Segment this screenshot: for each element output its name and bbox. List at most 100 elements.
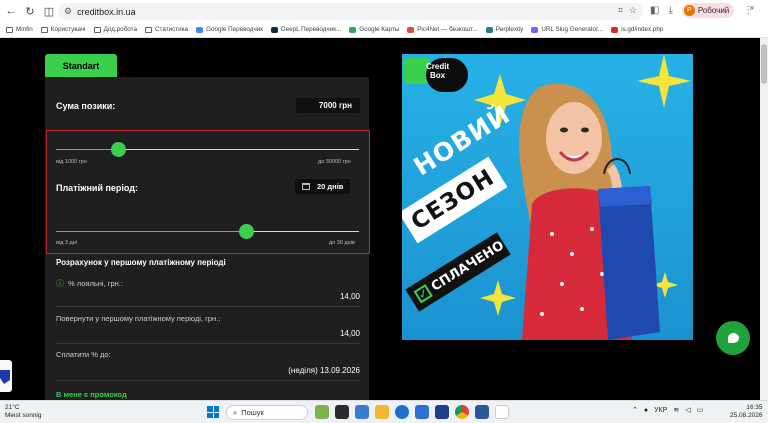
widget-icon[interactable] [315, 405, 329, 419]
search-placeholder: Пошук [241, 408, 264, 417]
amount-label: Сума позики: [56, 100, 116, 111]
word-icon[interactable] [475, 405, 489, 419]
toolbar: ← ↻ ◫ ⚙ creditbox.in.ua ⌗ ☆ ◧ ⤓ Р Робочи… [0, 0, 768, 22]
tray-app-icon[interactable]: ● [644, 407, 648, 414]
pinned-app-icon[interactable] [495, 405, 509, 419]
weather-desc: Meist sonnig [5, 412, 42, 419]
bookmark-item[interactable]: Perplexity [485, 26, 524, 33]
return-label: Повернути у першому платіжному періоді, … [56, 314, 221, 323]
scrollbar[interactable] [760, 38, 768, 400]
chevron-up-icon[interactable]: ⌃ [632, 406, 638, 414]
amount-slider-fill [56, 149, 119, 150]
bookmark-star-icon[interactable]: ☆ [629, 5, 637, 16]
bookmark-label: URL Slug Generator... [541, 26, 604, 33]
period-slider-fill [56, 231, 247, 232]
creditbox-logo: Credit Box [402, 54, 468, 94]
amount-row: Сума позики: 7000 грн [56, 98, 360, 113]
logo-text-2: Box [430, 71, 446, 80]
tab-standart[interactable]: Standart [45, 54, 117, 77]
bookmark-item[interactable]: DeepL Переводчик... [271, 26, 341, 33]
weather-widget[interactable]: 21°C Meist sonnig [5, 404, 42, 420]
bookmark-item[interactable]: URL Slug Generator... [531, 26, 603, 33]
file-explorer-icon[interactable] [375, 405, 389, 419]
app-icon[interactable] [435, 405, 449, 419]
info-icon[interactable]: ⓘ [56, 279, 64, 288]
bookmark-item[interactable]: Статистика [144, 26, 189, 33]
scrollbar-thumb[interactable] [761, 44, 767, 84]
windows-start-icon[interactable] [207, 406, 219, 418]
back-icon[interactable]: ← [3, 3, 19, 19]
chrome-icon[interactable] [455, 405, 469, 419]
divider [56, 343, 360, 344]
folder-icon [6, 26, 13, 33]
period-slider[interactable] [56, 231, 359, 232]
reload-icon[interactable]: ↻ [22, 3, 38, 19]
profile-button[interactable]: Р Робочий [681, 3, 735, 18]
store-icon[interactable] [415, 405, 429, 419]
taskbar: 21°C Meist sonnig ⌕ Пошук ⌃ ● УКР ≋ ◁ ▭ … [0, 400, 768, 423]
bookmark-item[interactable]: Користувачі [40, 26, 86, 33]
taskbar-search[interactable]: ⌕ Пошук [226, 405, 308, 420]
bookmark-label: Статистика [154, 26, 189, 33]
bookmark-item[interactable]: Дод.робота [93, 26, 137, 33]
bookmark-label: is.gd/index.php [621, 26, 664, 33]
favicon-icon [271, 26, 279, 33]
favicon-icon [349, 26, 357, 33]
amount-min-label: від 1000 грн [56, 159, 87, 165]
task-view-icon[interactable] [335, 405, 349, 419]
period-value: 20 днів [317, 182, 344, 191]
clock[interactable]: 16:35 25.08.2026 [730, 404, 763, 420]
loyal-row: ⓘ % лояльні, грн.: [56, 278, 360, 289]
bookmark-item[interactable]: is.gd/index.php [611, 26, 663, 33]
avatar: Р [683, 5, 695, 16]
period-input[interactable]: 20 днів [295, 179, 351, 194]
promo-banner[interactable]: Credit Box НОВИЙ СЕЗОН ✓ СПЛАЧЕНО [402, 54, 693, 340]
battery-icon[interactable]: ▭ [697, 406, 704, 414]
translate-icon[interactable]: ⌗ [618, 5, 623, 16]
recaptcha-badge[interactable] [0, 360, 12, 392]
promo-link[interactable]: В мене є промокод [56, 390, 127, 399]
system-tray: ⌃ ● УКР ≋ ◁ ▭ [632, 406, 704, 415]
download-icon[interactable]: ⤓ [668, 5, 672, 16]
bookmark-label: Pic4Net — безкошт... [417, 26, 478, 33]
bookmarks-more-icon[interactable]: » [750, 3, 754, 12]
pay-label: Сплатити % до: [56, 350, 111, 359]
bookmark-label: Perplexity [495, 26, 524, 33]
amount-input[interactable]: 7000 грн [296, 98, 360, 113]
bookmark-label: Google Карты [359, 26, 400, 33]
edge-icon[interactable] [395, 405, 409, 419]
logo-text-1: Credit [426, 62, 450, 71]
bookmark-item[interactable]: Minfin [6, 26, 33, 33]
favicon-icon [196, 26, 204, 33]
address-bar[interactable]: ⚙ creditbox.in.ua ⌗ ☆ [58, 3, 643, 20]
bookmark-item[interactable]: Pic4Net — безкошт... [407, 26, 478, 33]
volume-icon[interactable]: ◁ [685, 406, 690, 414]
url-text: creditbox.in.ua [77, 6, 136, 17]
browser-chrome: ← ↻ ◫ ⚙ creditbox.in.ua ⌗ ☆ ◧ ⤓ Р Робочи… [0, 0, 768, 38]
checkbox-icon: ✓ [413, 284, 433, 304]
chat-bubble-icon [727, 333, 739, 343]
wifi-icon[interactable]: ≋ [673, 406, 679, 414]
bookmark-item[interactable]: Google Карты [349, 26, 399, 33]
split-view-icon[interactable]: ◫ [41, 3, 57, 19]
extensions-icon[interactable]: ◧ [650, 5, 659, 16]
teams-icon[interactable] [355, 405, 369, 419]
calc-title: Розрахунок у першому платіжному періоді [56, 258, 226, 267]
folder-icon [40, 26, 48, 33]
return-value: 14,00 [339, 329, 360, 338]
bookmark-label: DeepL Переводчик... [281, 26, 342, 33]
bookmark-item[interactable]: Google Переводчик [196, 26, 263, 33]
divider [56, 380, 360, 381]
calendar-icon [302, 183, 310, 190]
folder-icon [144, 26, 152, 33]
amount-max-label: до 30000 грн [318, 159, 351, 165]
amount-slider[interactable] [56, 149, 359, 150]
clock-time: 16:35 [746, 404, 763, 411]
language-indicator[interactable]: УКР [654, 407, 667, 414]
chat-button[interactable] [716, 321, 750, 355]
site-info-icon[interactable]: ⚙ [64, 6, 72, 17]
favicon-icon [531, 26, 539, 33]
loyal-label: % лояльні, грн.: [68, 279, 123, 288]
period-min-label: від 3 дні [56, 240, 77, 246]
pay-value: (неділя) 13.09.2026 [288, 366, 360, 375]
